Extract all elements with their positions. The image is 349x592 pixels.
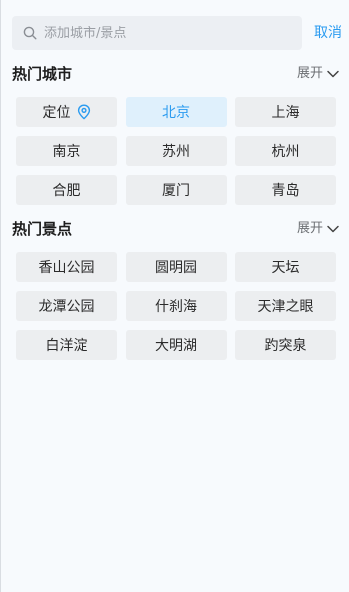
search-bar: 取消	[12, 16, 342, 50]
hot-cities-header: 热门城市 展开	[12, 63, 340, 85]
spot-chip[interactable]: 香山公园	[16, 252, 117, 282]
city-chip-hangzhou[interactable]: 杭州	[235, 136, 336, 166]
hot-cities-expand-toggle[interactable]: 展开	[297, 63, 340, 85]
hot-cities-title: 热门城市	[12, 65, 73, 83]
spot-chip[interactable]: 白洋淀	[16, 330, 117, 360]
city-chip-beijing[interactable]: 北京	[125, 97, 227, 127]
spot-chip[interactable]: 圆明园	[125, 252, 227, 282]
chevron-down-icon	[326, 67, 340, 81]
spot-chip[interactable]: 什刹海	[125, 291, 227, 321]
city-chip-xiamen[interactable]: 厦门	[125, 175, 227, 205]
city-chip-hefei[interactable]: 合肥	[16, 175, 117, 205]
window-edge	[0, 0, 1, 592]
locate-button[interactable]: 定位	[16, 97, 117, 127]
search-input[interactable]	[44, 25, 284, 41]
city-chip-nanjing[interactable]: 南京	[16, 136, 117, 166]
hot-spots-grid: 香山公园 圆明园 天坛 龙潭公园 什刹海 天津之眼 白洋淀 大明湖 趵突泉	[16, 252, 336, 360]
city-chip-suzhou[interactable]: 苏州	[125, 136, 227, 166]
spot-chip[interactable]: 大明湖	[125, 330, 227, 360]
locate-label: 定位	[42, 105, 71, 121]
hot-spots-header: 热门景点 展开	[12, 218, 340, 240]
hot-spots-expand-toggle[interactable]: 展开	[297, 218, 340, 240]
search-icon	[22, 25, 38, 41]
spot-chip[interactable]: 龙潭公园	[16, 291, 117, 321]
location-pin-icon	[77, 104, 91, 120]
city-chip-shanghai[interactable]: 上海	[235, 97, 336, 127]
expand-label: 展开	[296, 66, 323, 81]
hot-spots-title: 热门景点	[12, 220, 73, 238]
spot-chip[interactable]: 天津之眼	[235, 291, 336, 321]
spot-chip[interactable]: 天坛	[235, 252, 336, 282]
chevron-down-icon	[326, 222, 340, 236]
search-box[interactable]	[12, 16, 302, 50]
spot-chip[interactable]: 趵突泉	[235, 330, 336, 360]
hot-cities-grid: 定位 北京 上海 南京 苏州 杭州 合肥 厦门 青岛	[16, 97, 336, 205]
cancel-button[interactable]: 取消	[314, 16, 342, 50]
expand-label: 展开	[296, 221, 323, 236]
city-chip-qingdao[interactable]: 青岛	[235, 175, 336, 205]
